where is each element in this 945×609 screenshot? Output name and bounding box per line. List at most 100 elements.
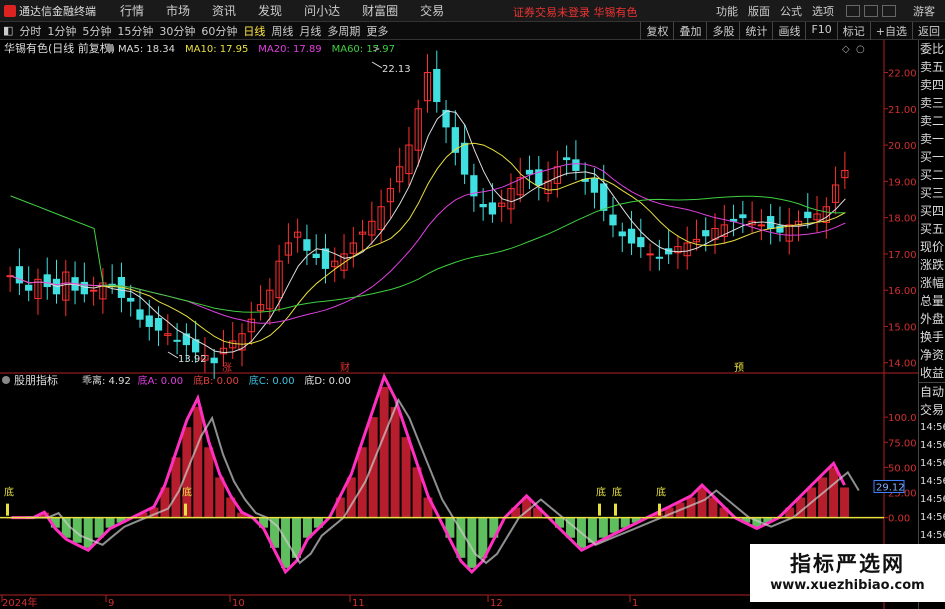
- candle-body: [804, 211, 812, 219]
- quote-label-6: 买一: [920, 150, 945, 164]
- app-icon: [4, 4, 16, 17]
- candle-body: [433, 68, 441, 103]
- timeframe-tab-6[interactable]: 日线: [240, 25, 268, 38]
- indicator-bar: [840, 487, 849, 518]
- date-label-0: 2024年: [2, 596, 37, 609]
- timeframe-tab-9[interactable]: 多周期: [324, 25, 363, 38]
- timeframe-tab-3[interactable]: 15分钟: [114, 25, 156, 38]
- indicator-curve-b: [25, 397, 860, 565]
- menu-gongneng[interactable]: 功能: [711, 3, 743, 19]
- trade-item-7: 14:56: [920, 512, 945, 523]
- toolbar-btn-4[interactable]: 画线: [772, 22, 805, 40]
- trade-item-2: 14:56: [920, 422, 945, 433]
- menu-shichang[interactable]: 市场: [155, 2, 201, 19]
- timeframe-tab-5[interactable]: 60分钟: [198, 25, 240, 38]
- toolbar-btn-2[interactable]: 多股: [706, 22, 739, 40]
- timeframe-tab-0[interactable]: 分时: [16, 25, 44, 38]
- candle-body: [154, 317, 163, 331]
- menu-banmian[interactable]: 版面: [743, 3, 775, 19]
- toolbar-btn-1[interactable]: 叠加: [673, 22, 706, 40]
- price-axis-label-4: 18.00: [888, 214, 917, 225]
- quote-label-10: 买五: [920, 222, 945, 236]
- bottom-signal-2: 底: [596, 486, 606, 499]
- trade-item-6: 14:56: [920, 494, 945, 505]
- indicator-curve-a: [11, 372, 846, 575]
- app-logo: 通达信金融终端: [0, 3, 109, 19]
- price-axis-label-7: 15.00: [888, 322, 917, 333]
- quote-label-4: 卖二: [920, 114, 945, 128]
- indicator-name: 股朋指标: [14, 373, 58, 387]
- candle-body: [460, 142, 469, 175]
- price-axis-label-2: 20.00: [888, 141, 917, 152]
- menu-wenxiaoda[interactable]: 问小达: [293, 2, 351, 19]
- collapse-icon[interactable]: ◧: [0, 24, 16, 37]
- menu-hangqing[interactable]: 行情: [109, 2, 155, 19]
- timeframe-tab-7[interactable]: 周线: [268, 25, 296, 38]
- bottom-signal-bar-0: [6, 503, 9, 516]
- candle-body: [136, 309, 144, 320]
- menu-jiaoyi[interactable]: 交易: [409, 2, 455, 19]
- price-axis-label-5: 17.00: [888, 250, 917, 261]
- menu-xuanxiang[interactable]: 选项: [807, 3, 839, 19]
- date-label-4: 12: [490, 598, 503, 609]
- indicator-value-1: 底A: 0.00: [138, 374, 183, 387]
- ma-label-0: MA5: 18.34: [118, 44, 175, 55]
- user-icon[interactable]: [882, 5, 896, 17]
- timeframe-tab-2[interactable]: 5分钟: [79, 25, 114, 38]
- candle-body: [210, 357, 218, 364]
- indicator-settings-icon: [2, 376, 10, 384]
- ma10-line: [10, 142, 846, 345]
- app-title: 通达信金融终端: [19, 4, 96, 18]
- menu-gongshi[interactable]: 公式: [775, 3, 807, 19]
- candle-body: [321, 248, 330, 269]
- indicator-bar: [193, 407, 203, 518]
- toolbar-btn-8[interactable]: 返回: [912, 22, 945, 40]
- candle-body: [25, 284, 33, 291]
- current-value: 29.12: [876, 482, 905, 493]
- candle-body: [173, 339, 181, 342]
- candle-body: [627, 228, 636, 244]
- menu-faxian[interactable]: 发现: [247, 2, 293, 19]
- indicator-bar: [818, 477, 828, 518]
- quote-label-14: 总量: [920, 294, 945, 308]
- bottom-signal-3: 底: [612, 486, 622, 499]
- toolbar-btn-5[interactable]: F10: [805, 22, 836, 40]
- menu-caifuquan[interactable]: 财富圈: [351, 2, 409, 19]
- timeframe-tab-4[interactable]: 30分钟: [156, 25, 198, 38]
- candle-body: [739, 214, 747, 219]
- trade-item-3: 14:56: [920, 440, 945, 451]
- quote-sidebar: 委比 卖五 卖四 卖三 卖二 卖一 买一 买二 买三 买四 买五 现价 涨跌 涨幅 总量 外盘 换手 净资 收益 自动…: [918, 40, 945, 609]
- bottom-signal-1: 底: [182, 486, 192, 499]
- timeframe-tab-1[interactable]: 1分钟: [44, 25, 79, 38]
- quote-label-8: 买三: [920, 186, 945, 200]
- high-leader: [371, 61, 383, 69]
- pane-close-icon: ○: [856, 44, 865, 55]
- indicator-bar: [390, 407, 400, 518]
- login-notice[interactable]: 证券交易未登录 华锡有色: [513, 4, 638, 20]
- bottom-signal-0: 底: [4, 486, 14, 499]
- timeframe-tab-10[interactable]: 更多: [363, 25, 391, 38]
- indicator-value-4: 底D: 0.00: [304, 374, 351, 387]
- low-annotation: 13.92: [178, 354, 207, 365]
- toolbar-btn-0[interactable]: 复权: [640, 22, 673, 40]
- toolbar-btn-6[interactable]: 标记: [836, 22, 870, 40]
- indicator-bar: [598, 517, 608, 538]
- timeframe-tab-8[interactable]: 月线: [296, 25, 324, 38]
- stock-label: 华锡有色(日线 前复权): [4, 41, 115, 55]
- trade-item-8: 14:56: [920, 530, 945, 541]
- window-mode-icon[interactable]: [846, 5, 860, 17]
- candle-body: [312, 253, 320, 259]
- quote-label-12: 涨跌: [920, 258, 945, 272]
- mail-icon[interactable]: [864, 5, 878, 17]
- toolbar-btn-7[interactable]: +自选: [869, 22, 912, 40]
- guest-label[interactable]: 游客: [903, 3, 945, 19]
- toolbar-btn-3[interactable]: 统计: [739, 22, 772, 40]
- trade-item-0: 自动: [919, 382, 945, 401]
- quote-label-5: 卖一: [920, 132, 945, 146]
- candle-body: [562, 157, 571, 161]
- chart-area[interactable]: 华锡有色(日线 前复权) MA5: 18.34 MA10: 17.95 MA20: 1…: [0, 40, 918, 609]
- low-leader: [167, 351, 179, 359]
- menu-zixun[interactable]: 资讯: [201, 2, 247, 19]
- candle-body: [590, 178, 599, 193]
- trade-item-1: 交易: [920, 403, 945, 417]
